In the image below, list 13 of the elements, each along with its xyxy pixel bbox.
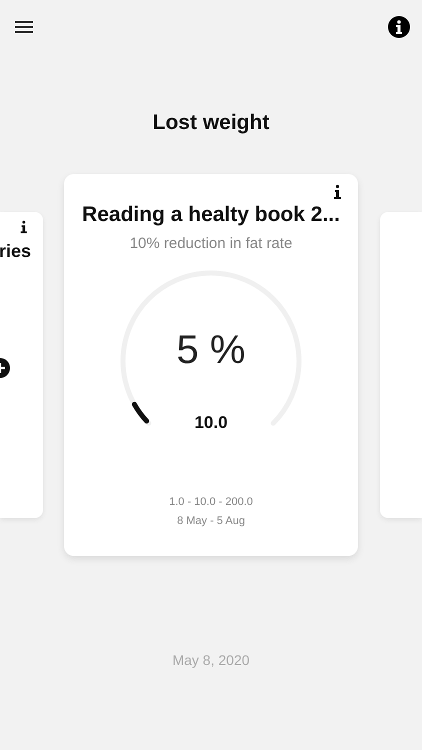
card-subtitle: 10% reduction in fat rate — [130, 235, 292, 252]
menu-icon[interactable] — [14, 20, 34, 34]
card-title: Reading a healty book 2... — [82, 203, 340, 227]
value-text: 10.0 — [193, 413, 229, 433]
date-text: May 8, 2020 — [171, 652, 251, 668]
goal-card[interactable]: ries — [0, 212, 43, 518]
info-button[interactable] — [388, 16, 410, 38]
goal-card[interactable]: Reading a healty book 2... 10% reduction in fat rate 5 % 10.0 1.0 - 10.0 - 200.0 8 May - 5 Aug — [64, 174, 358, 556]
percent-text: 5 % — [176, 328, 246, 373]
card-title: ries — [0, 241, 31, 262]
date-range-text: 8 May - 5 Aug — [177, 515, 245, 527]
range-text: 1.0 - 10.0 - 200.0 — [169, 496, 253, 508]
page-title: Lost weight — [152, 111, 270, 135]
